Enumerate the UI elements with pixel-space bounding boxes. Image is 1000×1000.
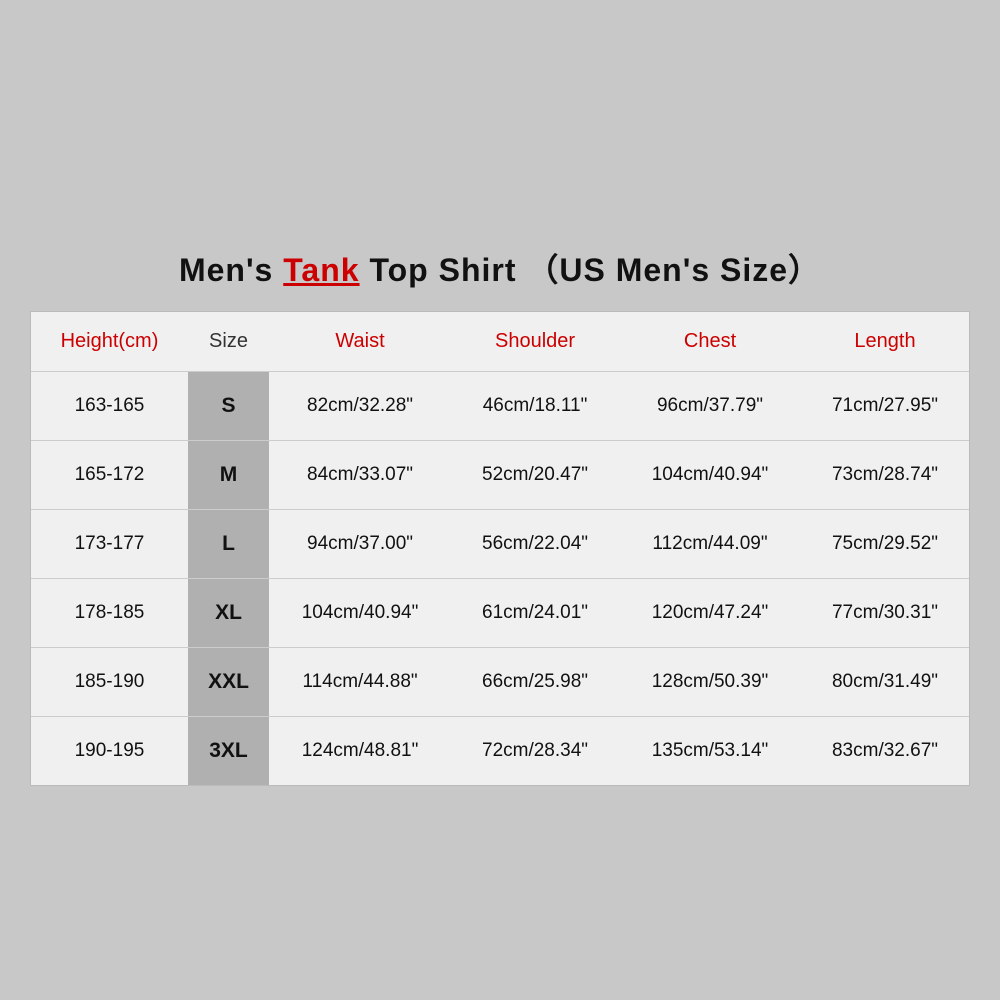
table-header-row: Height(cm) Size Waist Shoulder Chest Len…: [31, 312, 969, 372]
cell-chest: 104cm/40.94": [619, 440, 801, 509]
title-suffix: Top Shirt （US Men's Size）: [360, 252, 822, 288]
size-table-wrapper: Height(cm) Size Waist Shoulder Chest Len…: [30, 311, 970, 786]
cell-length: 80cm/31.49": [801, 647, 969, 716]
cell-size: S: [188, 371, 269, 440]
cell-size: M: [188, 440, 269, 509]
cell-size: L: [188, 509, 269, 578]
cell-height: 163-165: [31, 371, 188, 440]
cell-waist: 104cm/40.94": [269, 578, 451, 647]
table-row: 173-177 L 94cm/37.00" 56cm/22.04" 112cm/…: [31, 509, 969, 578]
cell-length: 71cm/27.95": [801, 371, 969, 440]
table-row: 165-172 M 84cm/33.07" 52cm/20.47" 104cm/…: [31, 440, 969, 509]
cell-height: 173-177: [31, 509, 188, 578]
cell-chest: 135cm/53.14": [619, 716, 801, 785]
cell-waist: 84cm/33.07": [269, 440, 451, 509]
table-row: 178-185 XL 104cm/40.94" 61cm/24.01" 120c…: [31, 578, 969, 647]
cell-length: 83cm/32.67": [801, 716, 969, 785]
title-area: Men's Tank Top Shirt （US Men's Size）: [20, 215, 980, 311]
cell-chest: 120cm/47.24": [619, 578, 801, 647]
title-prefix: Men's: [179, 252, 283, 288]
cell-size: XXL: [188, 647, 269, 716]
title-highlight: Tank: [283, 252, 359, 288]
header-waist: Waist: [269, 312, 451, 372]
cell-height: 190-195: [31, 716, 188, 785]
cell-waist: 114cm/44.88": [269, 647, 451, 716]
header-length: Length: [801, 312, 969, 372]
header-shoulder: Shoulder: [451, 312, 619, 372]
cell-chest: 112cm/44.09": [619, 509, 801, 578]
table-row: 190-195 3XL 124cm/48.81" 72cm/28.34" 135…: [31, 716, 969, 785]
cell-shoulder: 56cm/22.04": [451, 509, 619, 578]
cell-length: 75cm/29.52": [801, 509, 969, 578]
cell-waist: 82cm/32.28": [269, 371, 451, 440]
header-height: Height(cm): [31, 312, 188, 372]
cell-height: 165-172: [31, 440, 188, 509]
page-title: Men's Tank Top Shirt （US Men's Size）: [179, 252, 821, 288]
cell-waist: 94cm/37.00": [269, 509, 451, 578]
table-row: 185-190 XXL 114cm/44.88" 66cm/25.98" 128…: [31, 647, 969, 716]
header-size: Size: [188, 312, 269, 372]
cell-chest: 128cm/50.39": [619, 647, 801, 716]
cell-size: 3XL: [188, 716, 269, 785]
cell-shoulder: 61cm/24.01": [451, 578, 619, 647]
cell-height: 185-190: [31, 647, 188, 716]
cell-shoulder: 72cm/28.34": [451, 716, 619, 785]
cell-height: 178-185: [31, 578, 188, 647]
main-container: Men's Tank Top Shirt （US Men's Size） Hei…: [20, 215, 980, 786]
cell-shoulder: 52cm/20.47": [451, 440, 619, 509]
cell-waist: 124cm/48.81": [269, 716, 451, 785]
cell-size: XL: [188, 578, 269, 647]
header-chest: Chest: [619, 312, 801, 372]
cell-shoulder: 66cm/25.98": [451, 647, 619, 716]
cell-length: 73cm/28.74": [801, 440, 969, 509]
size-table: Height(cm) Size Waist Shoulder Chest Len…: [31, 312, 969, 785]
table-row: 163-165 S 82cm/32.28" 46cm/18.11" 96cm/3…: [31, 371, 969, 440]
cell-length: 77cm/30.31": [801, 578, 969, 647]
cell-chest: 96cm/37.79": [619, 371, 801, 440]
cell-shoulder: 46cm/18.11": [451, 371, 619, 440]
